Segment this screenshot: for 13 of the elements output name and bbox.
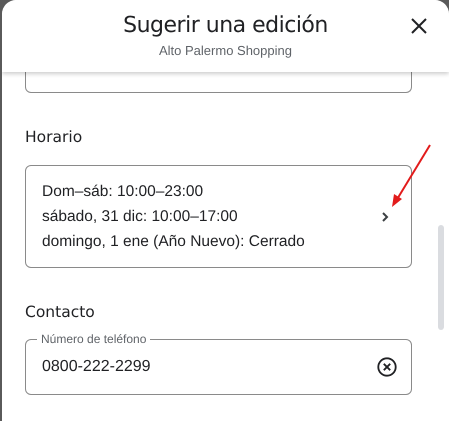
hours-card[interactable]: Dom–sáb: 10:00–23:00 sábado, 31 dic: 10:00–17:00 domingo, 1 ene (Año Nuevo): Cerrado (25, 165, 412, 268)
field-label: Número de teléfono (37, 332, 150, 346)
section-heading: Horario (25, 127, 84, 147)
text-field[interactable] (25, 72, 412, 93)
dialog-subtitle: Alto Palermo Shopping (159, 43, 292, 58)
clear-icon[interactable] (376, 356, 398, 378)
section-heading: Contacto (25, 302, 96, 322)
hours-line: domingo, 1 ene (Año Nuevo): Cerrado (42, 232, 305, 252)
dialog-title: Sugerir una edición (123, 12, 328, 40)
hours-line: sábado, 31 dic: 10:00–17:00 (42, 206, 239, 226)
close-icon[interactable] (409, 16, 429, 36)
scrollbar[interactable] (438, 225, 444, 330)
hours-line: Dom–sáb: 10:00–23:00 (42, 182, 204, 202)
